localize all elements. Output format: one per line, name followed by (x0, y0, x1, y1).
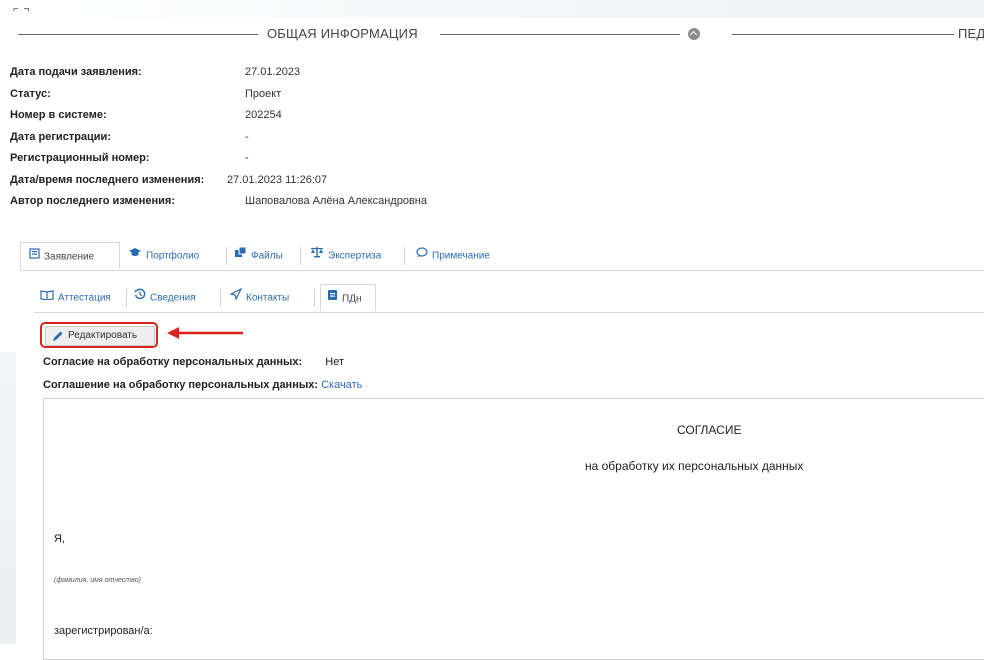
consent-value: Нет (325, 356, 345, 368)
tab-files[interactable]: Файлы (234, 242, 301, 270)
edit-button[interactable]: Редактировать (45, 326, 155, 346)
expand-icon[interactable]: ⌐ ¬ (13, 4, 30, 15)
agreement-row: Соглашение на обработку персональных дан… (43, 379, 362, 391)
info-label: Регистрационный номер: (10, 152, 150, 164)
tab-label: Сведения (150, 292, 196, 304)
info-label: Статус: (10, 87, 51, 100)
info-value: 202254 (245, 109, 282, 121)
tab-label: Портфолио (146, 250, 200, 262)
tab-zayavlenie[interactable]: Заявление (20, 242, 120, 269)
document-fio-hint: (фамилия, имя отчество) (54, 577, 141, 584)
info-label: Дата подачи заявления: (10, 66, 142, 78)
document-subtitle: на обработку их персональных данных (585, 459, 804, 473)
tab-expertise[interactable]: Экспертиза (310, 242, 405, 270)
main-tabs: Заявление Портфолио Файлы Экспертиза При… (20, 242, 984, 271)
info-label: Дата/время последнего изменения: (10, 173, 205, 186)
info-value: Проект (245, 87, 282, 100)
document-icon (29, 243, 40, 271)
edit-button-label: Редактировать (68, 330, 138, 341)
tab-attestation[interactable]: Аттестация (40, 284, 127, 312)
tab-label: Примечание (432, 250, 490, 262)
consent-row: Согласие на обработку персональных данны… (43, 356, 344, 368)
info-value: 27.01.2023 (245, 66, 301, 78)
id-card-icon (327, 285, 338, 313)
collapse-chevron-icon[interactable] (688, 28, 700, 40)
info-label: Дата регистрации: (10, 130, 111, 143)
document-registered: зарегистрирован/а: (54, 625, 153, 637)
pencil-icon (52, 330, 64, 349)
history-icon (134, 284, 146, 312)
agreement-label: Соглашение на обработку персональных дан… (43, 379, 319, 391)
send-icon (229, 284, 243, 312)
tab-note[interactable]: Примечание (416, 242, 512, 270)
document-i-label: Я, (54, 533, 65, 545)
tab-contacts[interactable]: Контакты (229, 284, 315, 312)
tab-details[interactable]: Сведения (134, 284, 221, 312)
tab-label: Экспертиза (328, 250, 382, 262)
section-divider-middle (440, 34, 680, 35)
info-value: Шаповалова Алёна Александровна (245, 195, 427, 207)
section-divider-right (732, 34, 954, 35)
comment-icon (416, 242, 428, 270)
section-divider-left (18, 34, 258, 35)
tab-pdn[interactable]: ПДн (320, 284, 376, 311)
document-title: СОГЛАСИЕ (677, 423, 742, 437)
section-title: ОБЩАЯ ИНФОРМАЦИЯ (267, 26, 418, 41)
book-icon (40, 284, 54, 312)
info-value: 27.01.2023 11:26:07 (227, 173, 328, 186)
side-strip (0, 352, 16, 644)
info-value: - (245, 130, 249, 143)
graduation-cap-icon (128, 242, 142, 270)
tab-portfolio[interactable]: Портфолио (128, 242, 227, 270)
top-band (0, 0, 984, 18)
info-label: Автор последнего изменения: (10, 195, 176, 207)
files-icon (234, 242, 247, 270)
tab-label: Файлы (251, 250, 283, 262)
consent-label: Согласие на обработку персональных данны… (43, 356, 303, 368)
scales-icon (310, 242, 324, 270)
document-panel: СОГЛАСИЕ на обработку их персональных да… (43, 398, 984, 660)
download-link[interactable]: Скачать (321, 379, 362, 391)
sub-tabs: Аттестация Сведения Контакты ПДн (34, 284, 984, 313)
info-value: - (245, 152, 249, 164)
tab-label: Контакты (246, 292, 290, 304)
tab-label: Аттестация (58, 292, 111, 304)
tab-label: Заявление (44, 251, 95, 263)
section-title-right: ПЕД (958, 26, 984, 41)
arrow-indicator-icon (167, 327, 243, 339)
edit-button-highlight: Редактировать (40, 322, 158, 348)
info-label: Номер в системе: (10, 109, 107, 121)
tab-label: ПДн (342, 293, 362, 305)
